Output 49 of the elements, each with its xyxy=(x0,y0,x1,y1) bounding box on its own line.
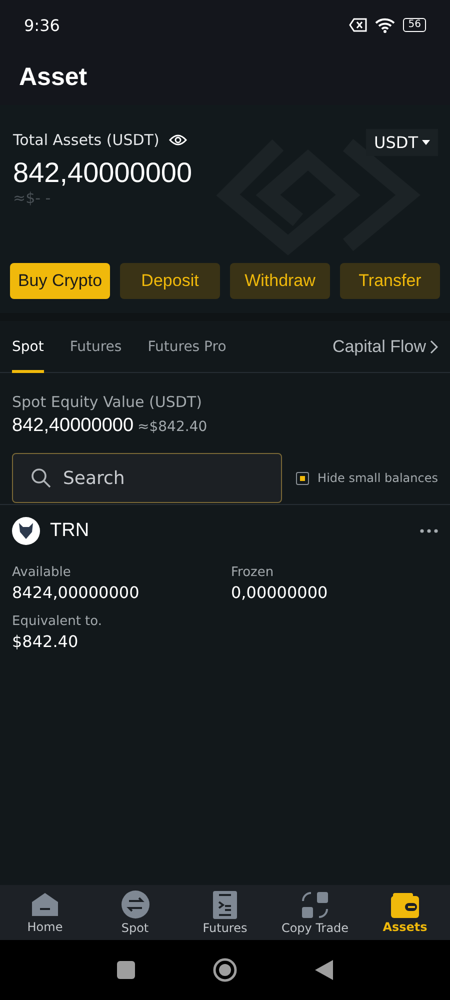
nav-item[interactable]: Assets xyxy=(360,885,450,940)
equivalent-value: $842.40 xyxy=(12,632,80,651)
chevron-right-icon xyxy=(430,340,438,354)
search-icon xyxy=(31,468,51,488)
capital-flow-link[interactable]: Capital Flow xyxy=(332,336,438,356)
eye-icon[interactable] xyxy=(169,134,188,146)
status-time: 9:36 xyxy=(24,16,60,34)
available-value: 8424,00000000 xyxy=(12,583,140,602)
recents-icon[interactable] xyxy=(117,961,135,979)
more-icon[interactable] xyxy=(420,529,438,533)
frozen-label: Frozen xyxy=(231,565,275,580)
wifi-icon xyxy=(375,18,396,32)
coin-logo-icon xyxy=(12,517,40,545)
action-button[interactable]: Withdraw xyxy=(230,263,330,299)
coin-symbol: TRN xyxy=(50,520,90,542)
equity-amount: 842,40000000 xyxy=(12,415,134,437)
available-label: Available xyxy=(12,565,72,580)
currency-dropdown[interactable]: USDT xyxy=(366,129,438,156)
search-field[interactable]: Search xyxy=(12,453,282,503)
nav-item[interactable]: Spot xyxy=(90,885,180,940)
terminal-icon xyxy=(213,890,237,918)
hide-small-label: Hide small balances xyxy=(318,471,438,485)
copy-trade-icon xyxy=(301,890,329,918)
fiat-value: ≈$- - xyxy=(13,189,52,207)
home-icon xyxy=(31,892,59,918)
action-button[interactable]: Buy Crypto xyxy=(10,263,110,299)
total-amount: 842,40000000 xyxy=(13,157,194,189)
action-button[interactable]: Deposit xyxy=(120,263,220,299)
nav-item[interactable]: Futures xyxy=(180,885,270,940)
caret-icon xyxy=(422,140,430,145)
page-title: Asset xyxy=(19,63,88,92)
home-button-icon[interactable] xyxy=(213,958,237,982)
nav-item[interactable]: Copy Trade xyxy=(270,885,360,940)
wallet-icon xyxy=(391,892,419,918)
tab[interactable]: Futures xyxy=(70,320,122,372)
equivalent-label: Equivalent to. xyxy=(12,614,104,629)
equity-label: Spot Equity Value (USDT) xyxy=(12,393,203,411)
total-assets-label: Total Assets (USDT) xyxy=(13,131,160,149)
battery-level: 56 xyxy=(403,18,426,32)
tab[interactable]: Futures Pro xyxy=(148,320,226,372)
back-icon[interactable] xyxy=(315,960,333,980)
no-sim-icon xyxy=(349,18,368,32)
frozen-value: 0,00000000 xyxy=(231,583,329,602)
swap-icon xyxy=(120,890,150,919)
equity-fiat: ≈$842.40 xyxy=(138,419,208,435)
checkbox[interactable] xyxy=(296,472,309,484)
nav-item[interactable]: Home xyxy=(0,885,90,940)
action-button[interactable]: Transfer xyxy=(340,263,440,299)
tab[interactable]: Spot xyxy=(12,320,44,372)
